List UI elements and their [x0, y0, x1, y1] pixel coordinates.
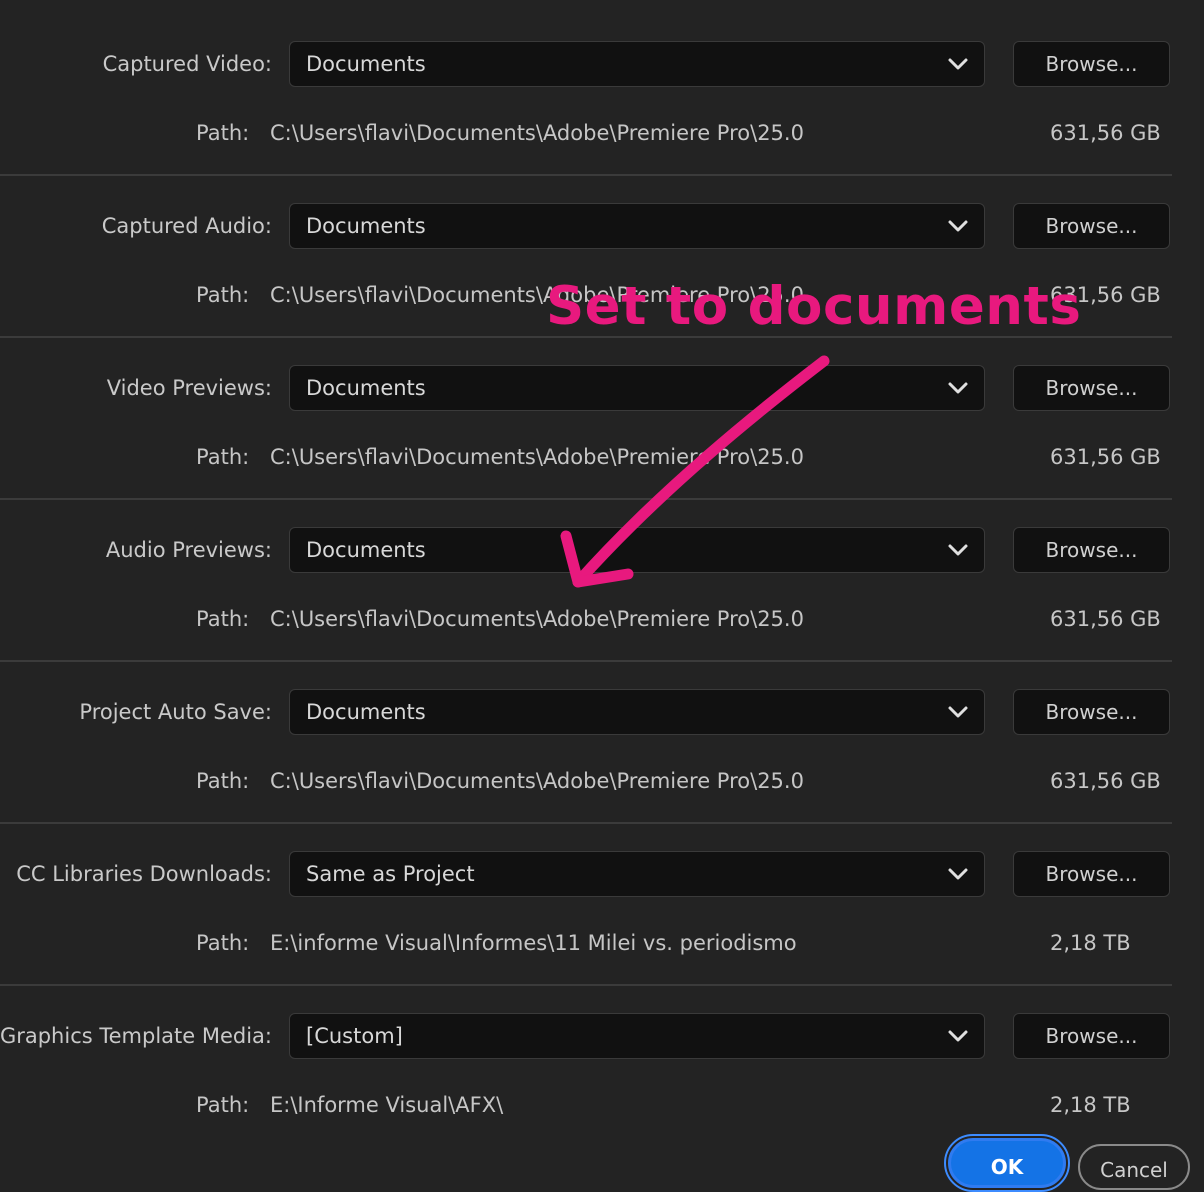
- row-label: CC Libraries Downloads:: [16, 862, 272, 886]
- row-divider: [0, 498, 1172, 500]
- scratch-disk-row-cc-libraries-downloads: CC Libraries Downloads: Same as Project …: [0, 826, 1204, 988]
- ok-button[interactable]: OK: [948, 1138, 1066, 1188]
- path-label: Path:: [196, 121, 250, 145]
- scratch-disk-row-graphics-template-media: n Graphics Template Media: [Custom] Brow…: [0, 988, 1204, 1150]
- scratch-disk-row-video-previews: Video Previews: Documents Browse... Path…: [0, 340, 1204, 502]
- row-divider: [0, 984, 1172, 986]
- browse-button[interactable]: Browse...: [1013, 689, 1170, 735]
- annotation-text: Set to documents: [546, 276, 1082, 337]
- path-value: C:\Users\flavi\Documents\Adobe\Premiere …: [270, 445, 804, 469]
- row-divider: [0, 822, 1172, 824]
- browse-button[interactable]: Browse...: [1013, 41, 1170, 87]
- dropdown-value: [Custom]: [306, 1024, 403, 1048]
- location-dropdown[interactable]: Documents: [289, 527, 985, 573]
- row-label: n Graphics Template Media:: [0, 1024, 272, 1048]
- path-label: Path:: [196, 607, 250, 631]
- row-label: Project Auto Save:: [79, 700, 272, 724]
- path-label: Path:: [196, 283, 250, 307]
- dropdown-value: Documents: [306, 52, 426, 76]
- row-label: Captured Audio:: [101, 214, 272, 238]
- path-label: Path:: [196, 445, 250, 469]
- dropdown-value: Same as Project: [306, 862, 475, 886]
- location-dropdown[interactable]: Same as Project: [289, 851, 985, 897]
- path-label: Path:: [196, 931, 250, 955]
- path-label: Path:: [196, 1093, 250, 1117]
- path-value: E:\informe Visual\Informes\11 Milei vs. …: [270, 931, 797, 955]
- location-dropdown[interactable]: [Custom]: [289, 1013, 985, 1059]
- dropdown-value: Documents: [306, 214, 426, 238]
- location-dropdown[interactable]: Documents: [289, 41, 985, 87]
- location-dropdown[interactable]: Documents: [289, 689, 985, 735]
- free-space: 631,56 GB: [1050, 607, 1161, 631]
- free-space: 631,56 GB: [1050, 445, 1161, 469]
- row-divider: [0, 660, 1172, 662]
- browse-button[interactable]: Browse...: [1013, 851, 1170, 897]
- chevron-down-icon: [948, 706, 968, 718]
- chevron-down-icon: [948, 382, 968, 394]
- scratch-disk-row-project-auto-save: Project Auto Save: Documents Browse... P…: [0, 664, 1204, 826]
- browse-button[interactable]: Browse...: [1013, 527, 1170, 573]
- free-space: 631,56 GB: [1050, 769, 1161, 793]
- cancel-button[interactable]: Cancel: [1078, 1144, 1190, 1190]
- row-label: Video Previews:: [106, 376, 272, 400]
- path-value: C:\Users\flavi\Documents\Adobe\Premiere …: [270, 607, 804, 631]
- free-space: 631,56 GB: [1050, 121, 1161, 145]
- chevron-down-icon: [948, 868, 968, 880]
- row-label: Audio Previews:: [105, 538, 272, 562]
- browse-button[interactable]: Browse...: [1013, 365, 1170, 411]
- chevron-down-icon: [948, 220, 968, 232]
- free-space: 2,18 TB: [1050, 1093, 1131, 1117]
- location-dropdown[interactable]: Documents: [289, 203, 985, 249]
- dropdown-value: Documents: [306, 700, 426, 724]
- scratch-disk-row-audio-previews: Audio Previews: Documents Browse... Path…: [0, 502, 1204, 664]
- path-value: C:\Users\flavi\Documents\Adobe\Premiere …: [270, 121, 804, 145]
- chevron-down-icon: [948, 1030, 968, 1042]
- row-divider: [0, 174, 1172, 176]
- browse-button[interactable]: Browse...: [1013, 203, 1170, 249]
- dropdown-value: Documents: [306, 538, 426, 562]
- path-label: Path:: [196, 769, 250, 793]
- scratch-disk-row-captured-video: Captured Video: Documents Browse... Path…: [0, 16, 1204, 178]
- location-dropdown[interactable]: Documents: [289, 365, 985, 411]
- free-space: 2,18 TB: [1050, 931, 1131, 955]
- dropdown-value: Documents: [306, 376, 426, 400]
- chevron-down-icon: [948, 58, 968, 70]
- path-value: E:\Informe Visual\AFX\: [270, 1093, 504, 1117]
- chevron-down-icon: [948, 544, 968, 556]
- path-value: C:\Users\flavi\Documents\Adobe\Premiere …: [270, 769, 804, 793]
- browse-button[interactable]: Browse...: [1013, 1013, 1170, 1059]
- row-label: Captured Video:: [102, 52, 272, 76]
